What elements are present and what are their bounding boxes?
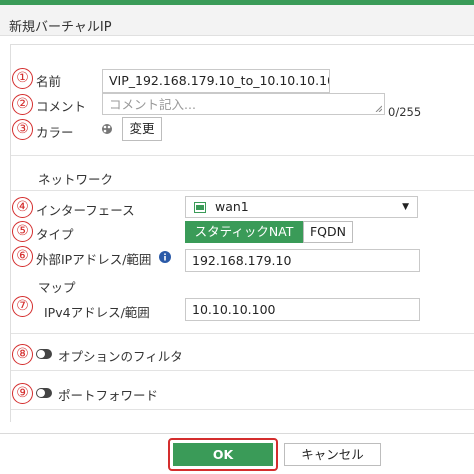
marker-7: ⑦ <box>12 296 33 317</box>
comment-field[interactable]: コメント記入... <box>102 93 385 115</box>
cancel-button[interactable]: キャンセル <box>284 443 381 466</box>
info-icon[interactable] <box>159 251 171 263</box>
external-ip-field[interactable]: 192.168.179.10 <box>185 249 420 272</box>
network-divider <box>11 155 474 156</box>
marker-3: ③ <box>12 119 33 140</box>
marker-8: ⑧ <box>12 344 33 365</box>
network-port-icon <box>194 202 206 213</box>
comment-counter: 0/255 <box>388 105 422 119</box>
filter-divider <box>11 333 474 334</box>
dialog-footer: OK キャンセル <box>0 433 474 474</box>
resize-handle-icon[interactable] <box>375 105 382 112</box>
name-field[interactable]: VIP_192.168.179.10_to_10.10.10.100 <box>102 69 330 93</box>
type-label: タイプ <box>36 227 74 242</box>
marker-4: ④ <box>12 197 33 218</box>
change-color-button[interactable]: 変更 <box>122 117 162 141</box>
marker-9: ⑨ <box>12 383 33 404</box>
marker-2: ② <box>12 94 33 115</box>
marker-1: ① <box>12 68 33 89</box>
port-forward-toggle[interactable] <box>36 388 52 398</box>
port-forward-label: ポートフォワード <box>58 388 159 403</box>
marker-6: ⑥ <box>12 246 33 267</box>
port-forward-divider <box>11 409 474 410</box>
dialog-header: 新規バーチャルIP <box>0 5 474 36</box>
comment-label: コメント <box>36 99 87 114</box>
type-fqdn-button[interactable]: FQDN <box>303 221 353 243</box>
external-ip-label: 外部IPアドレス/範囲 <box>36 252 152 267</box>
comment-placeholder: コメント記入... <box>109 97 196 112</box>
type-static-nat-button[interactable]: スタティックNAT <box>185 221 303 243</box>
interface-select[interactable]: wan1 ▼ <box>185 196 418 218</box>
map-label: マップ <box>38 280 76 295</box>
option-filter-label: オプションのフィルタ <box>58 349 183 364</box>
name-label: 名前 <box>36 74 62 89</box>
interface-label: インターフェース <box>36 203 135 218</box>
form-panel: ① 名前 VIP_192.168.179.10_to_10.10.10.100 … <box>10 44 474 422</box>
filter-divider-2 <box>11 370 474 371</box>
option-filter-toggle[interactable] <box>36 349 52 359</box>
marker-5: ⑤ <box>12 221 33 242</box>
color-label: カラー <box>36 125 74 140</box>
interface-value: wan1 <box>215 199 249 214</box>
mapped-ip-field[interactable]: 10.10.10.100 <box>185 298 420 321</box>
mapped-ip-label: IPv4アドレス/範囲 <box>44 305 150 320</box>
palette-icon <box>102 124 112 134</box>
network-heading: ネットワーク <box>38 172 114 187</box>
chevron-down-icon: ▼ <box>402 202 409 212</box>
network-divider-2 <box>11 190 474 191</box>
ok-button[interactable]: OK <box>173 443 273 466</box>
dialog-title: 新規バーチャルIP <box>9 20 112 35</box>
